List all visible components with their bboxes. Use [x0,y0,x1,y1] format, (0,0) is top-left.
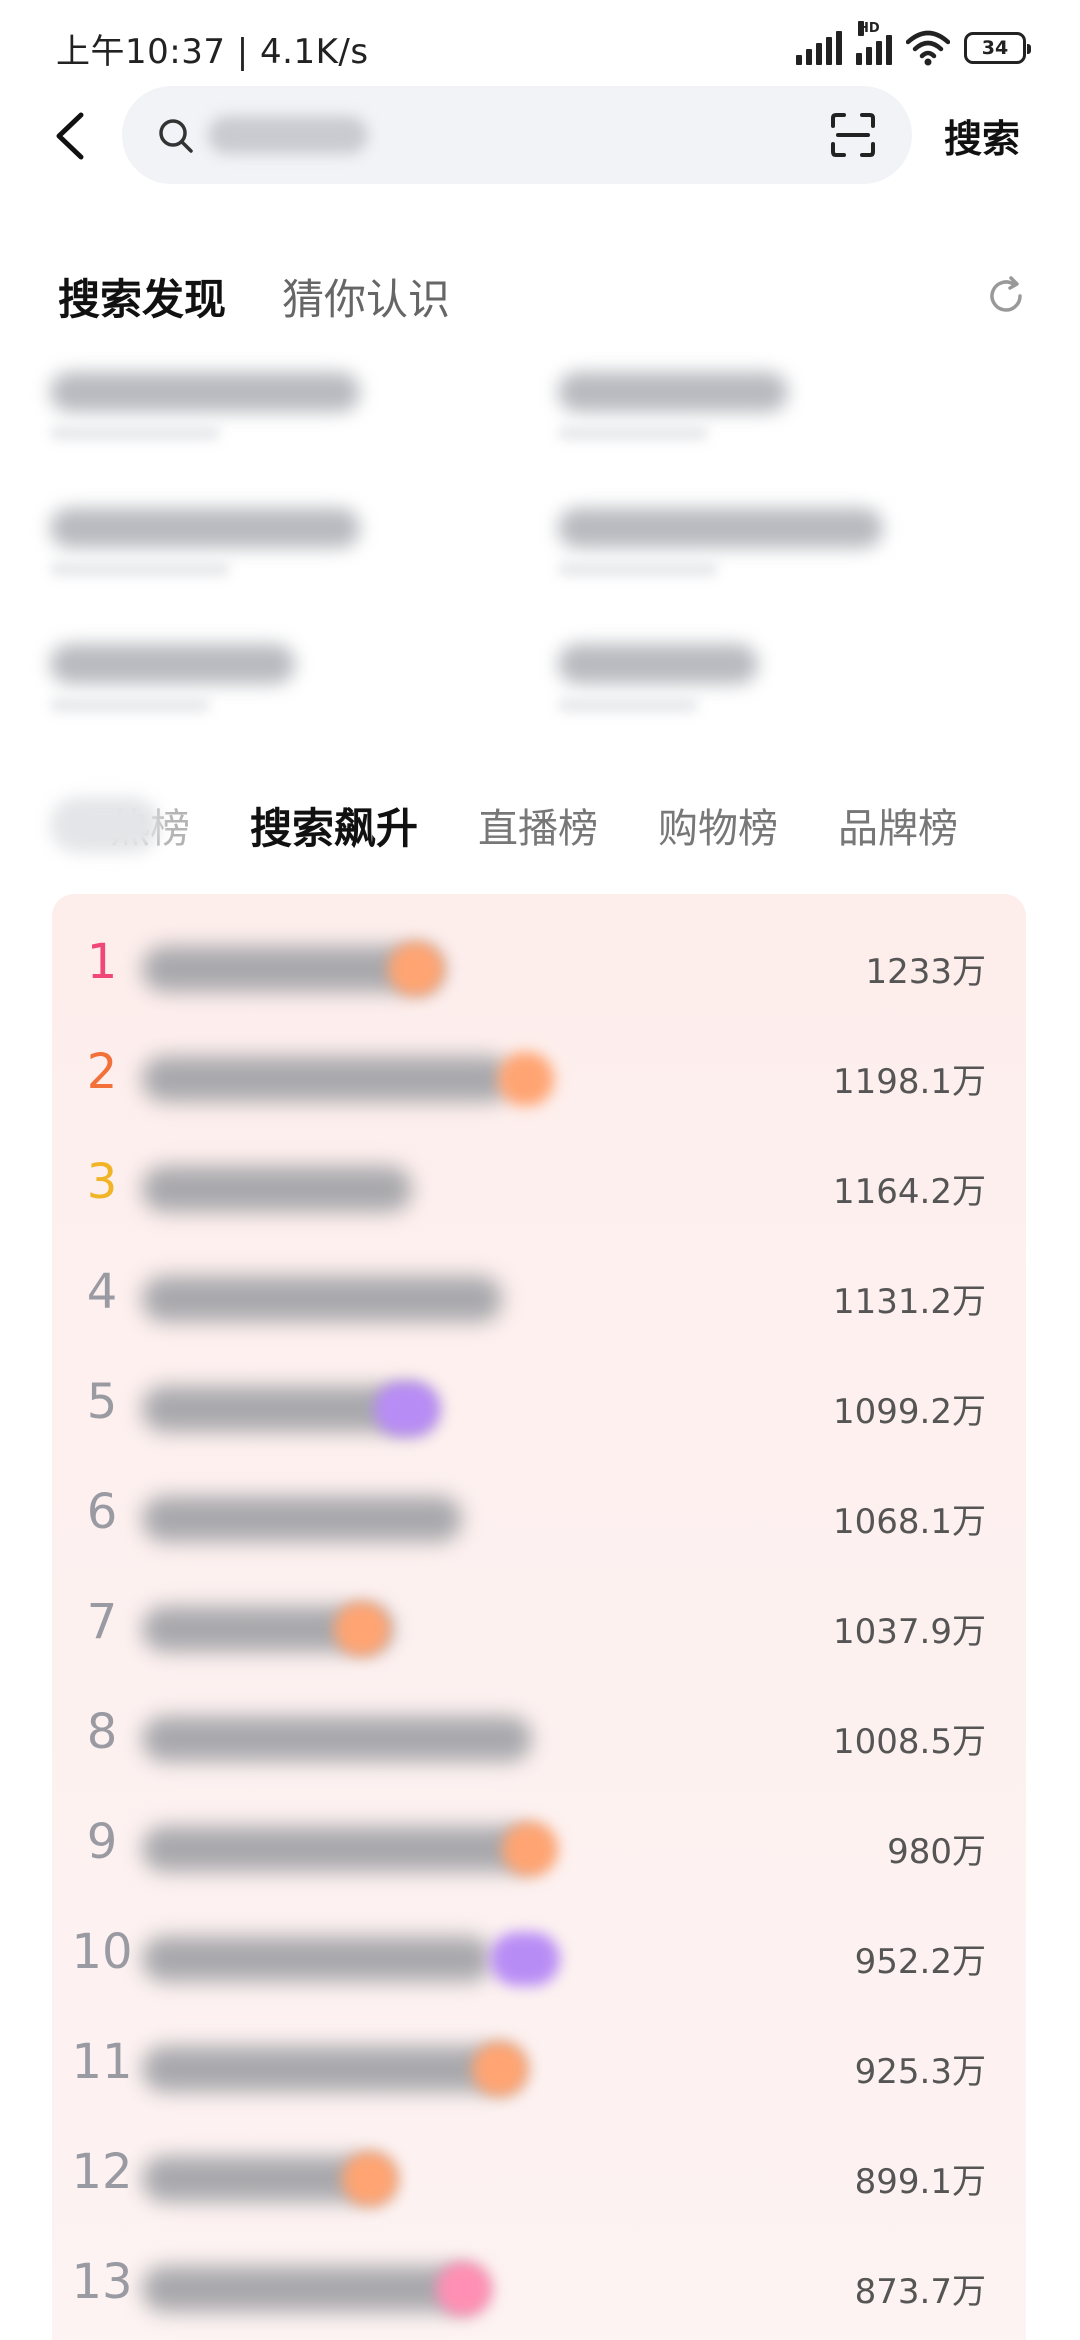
status-icons: HD 34 [796,21,1031,68]
discover-item[interactable] [558,496,898,576]
tab-search-discover[interactable]: 搜索发现 [58,266,226,327]
ranking-row[interactable]: 9 980万 [52,1794,1026,1904]
rank-number: 7 [86,1594,118,1650]
rank-number: 3 [86,1154,118,1210]
rank-hot-value: 1008.5万 [833,1722,986,1762]
hd-signal-icon: HD [856,21,892,65]
rank-title-redacted [142,1276,502,1322]
tab-shopping-list[interactable]: 购物榜 [658,796,778,854]
ranking-tabs: 热榜 搜索飙升 直播榜 购物榜 品牌榜 [50,790,1080,860]
hot-tag-icon [472,2042,528,2096]
rank-hot-value: 1233万 [865,952,986,992]
search-input[interactable] [206,108,766,162]
ranking-list: 1 1233万 2 1198.1万 3 1164.2万 4 1131.2万 5 … [52,894,1026,2340]
hd-label: HD [858,21,880,36]
hot-tag-icon [388,942,444,996]
rank-title-redacted [142,2046,522,2092]
rank-title-redacted [142,1166,412,1212]
discover-tabs: 搜索发现 猜你认识 [58,266,1028,326]
discover-item[interactable] [50,496,370,576]
rank-number: 5 [86,1374,118,1430]
tab-live-list[interactable]: 直播榜 [478,796,598,854]
rank-title-redacted [142,1826,542,1872]
ranking-row[interactable]: 1 1233万 [52,914,1026,1024]
ranking-row[interactable]: 7 1037.9万 [52,1574,1026,1684]
discover-item[interactable] [558,360,878,440]
rank-hot-value: 1037.9万 [833,1612,986,1652]
rank-hot-value: 873.7万 [854,2272,986,2312]
ranking-row[interactable]: 5 1099.2万 [52,1354,1026,1464]
rank-hot-value: 1099.2万 [833,1392,986,1432]
live-tag-icon [490,1932,560,1986]
scan-icon[interactable] [830,112,876,158]
rank-hot-value: 1131.2万 [833,1282,986,1322]
ranking-row[interactable]: 2 1198.1万 [52,1024,1026,1134]
tab-people-you-may-know[interactable]: 猜你认识 [282,266,450,327]
rank-number: 6 [86,1484,118,1540]
rank-title-redacted [142,1496,462,1542]
live-tag-icon [374,1382,440,1436]
rank-number: 4 [86,1264,118,1320]
ranking-row[interactable]: 8 1008.5万 [52,1684,1026,1794]
discover-item[interactable] [50,632,370,712]
back-button[interactable] [40,104,100,168]
rank-hot-value: 1068.1万 [833,1502,986,1542]
ranking-tab-prefix-redacted [50,797,160,853]
ranking-row[interactable]: 12 899.1万 [52,2124,1026,2234]
rank-title-redacted [142,2266,482,2312]
refresh-icon[interactable] [984,274,1028,318]
rank-number: 8 [86,1704,118,1760]
rank-number: 2 [86,1044,118,1100]
ranking-row[interactable]: 6 1068.1万 [52,1464,1026,1574]
ranking-row[interactable]: 11 925.3万 [52,2014,1026,2124]
rank-hot-value: 1164.2万 [833,1172,986,1212]
rank-number: 9 [86,1814,118,1870]
rank-hot-value: 952.2万 [854,1942,986,1982]
status-time: 上午10:37 | 4.1K/s [56,32,369,72]
tab-brand-list[interactable]: 品牌榜 [838,796,958,854]
ranking-row[interactable]: 13 873.7万 [52,2234,1026,2340]
new-tag-icon [436,2262,492,2316]
rank-hot-value: 980万 [887,1832,986,1872]
rank-number: 13 [71,2254,133,2310]
discover-item[interactable] [558,632,878,712]
wifi-icon [906,30,950,66]
rank-hot-value: 899.1万 [854,2162,986,2202]
rank-title-redacted [142,1056,512,1102]
battery-level: 34 [981,37,1009,59]
hot-tag-icon [334,1602,390,1656]
ranking-row[interactable]: 10 952.2万 [52,1904,1026,2014]
cellular-signal-icon [796,31,842,65]
rank-hot-value: 1198.1万 [833,1062,986,1102]
hot-tag-icon [502,1822,558,1876]
rank-title-redacted [142,1716,532,1762]
rank-number: 1 [86,934,118,990]
rank-number: 10 [71,1924,133,1980]
rank-title-redacted [142,1936,492,1982]
discover-item[interactable] [50,360,370,440]
search-button[interactable]: 搜索 [944,108,1020,163]
rank-number: 12 [71,2144,133,2200]
hot-tag-icon [342,2152,398,2206]
tab-search-rising[interactable]: 搜索飙升 [250,795,418,856]
ranking-row[interactable]: 4 1131.2万 [52,1244,1026,1354]
chevron-left-icon [56,112,84,160]
status-bar: 上午10:37 | 4.1K/s HD 34 [0,0,1080,96]
discover-grid [50,360,1030,740]
rank-hot-value: 925.3万 [854,2052,986,2092]
search-icon [159,119,193,153]
search-header: 搜索 [0,86,1080,186]
rank-number: 11 [71,2034,133,2090]
ranking-row[interactable]: 3 1164.2万 [52,1134,1026,1244]
hot-tag-icon [498,1052,554,1106]
search-box[interactable] [122,86,912,184]
battery-icon: 34 [964,32,1031,64]
